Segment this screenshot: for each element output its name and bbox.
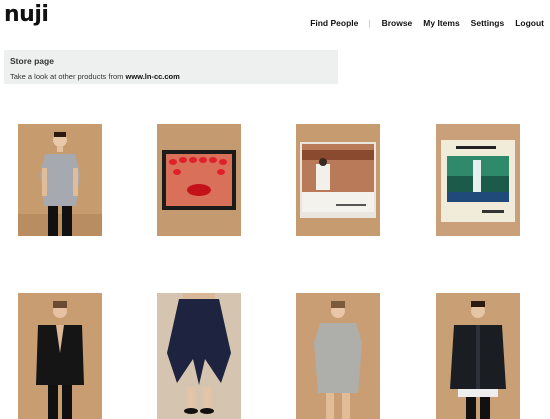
product-image-navy-trousers (157, 293, 241, 419)
product-item[interactable] (157, 124, 241, 236)
product-image-man-black-bomber (436, 293, 520, 419)
product-image-favorite-things-record (296, 124, 380, 236)
product-item[interactable] (18, 124, 102, 236)
product-image-woman-black-jacket (18, 293, 102, 419)
product-item[interactable] (436, 124, 520, 236)
product-image-woman-grey-tunic (296, 293, 380, 419)
product-item[interactable] (157, 293, 241, 419)
product-grid (0, 0, 550, 419)
product-item[interactable] (18, 293, 102, 419)
product-item[interactable] (296, 124, 380, 236)
product-item[interactable] (436, 293, 520, 419)
product-image-man-grey-top (18, 124, 102, 236)
product-image-red-lips-book (157, 124, 241, 236)
product-image-waterfall-record (436, 124, 520, 236)
product-item[interactable] (296, 293, 380, 419)
